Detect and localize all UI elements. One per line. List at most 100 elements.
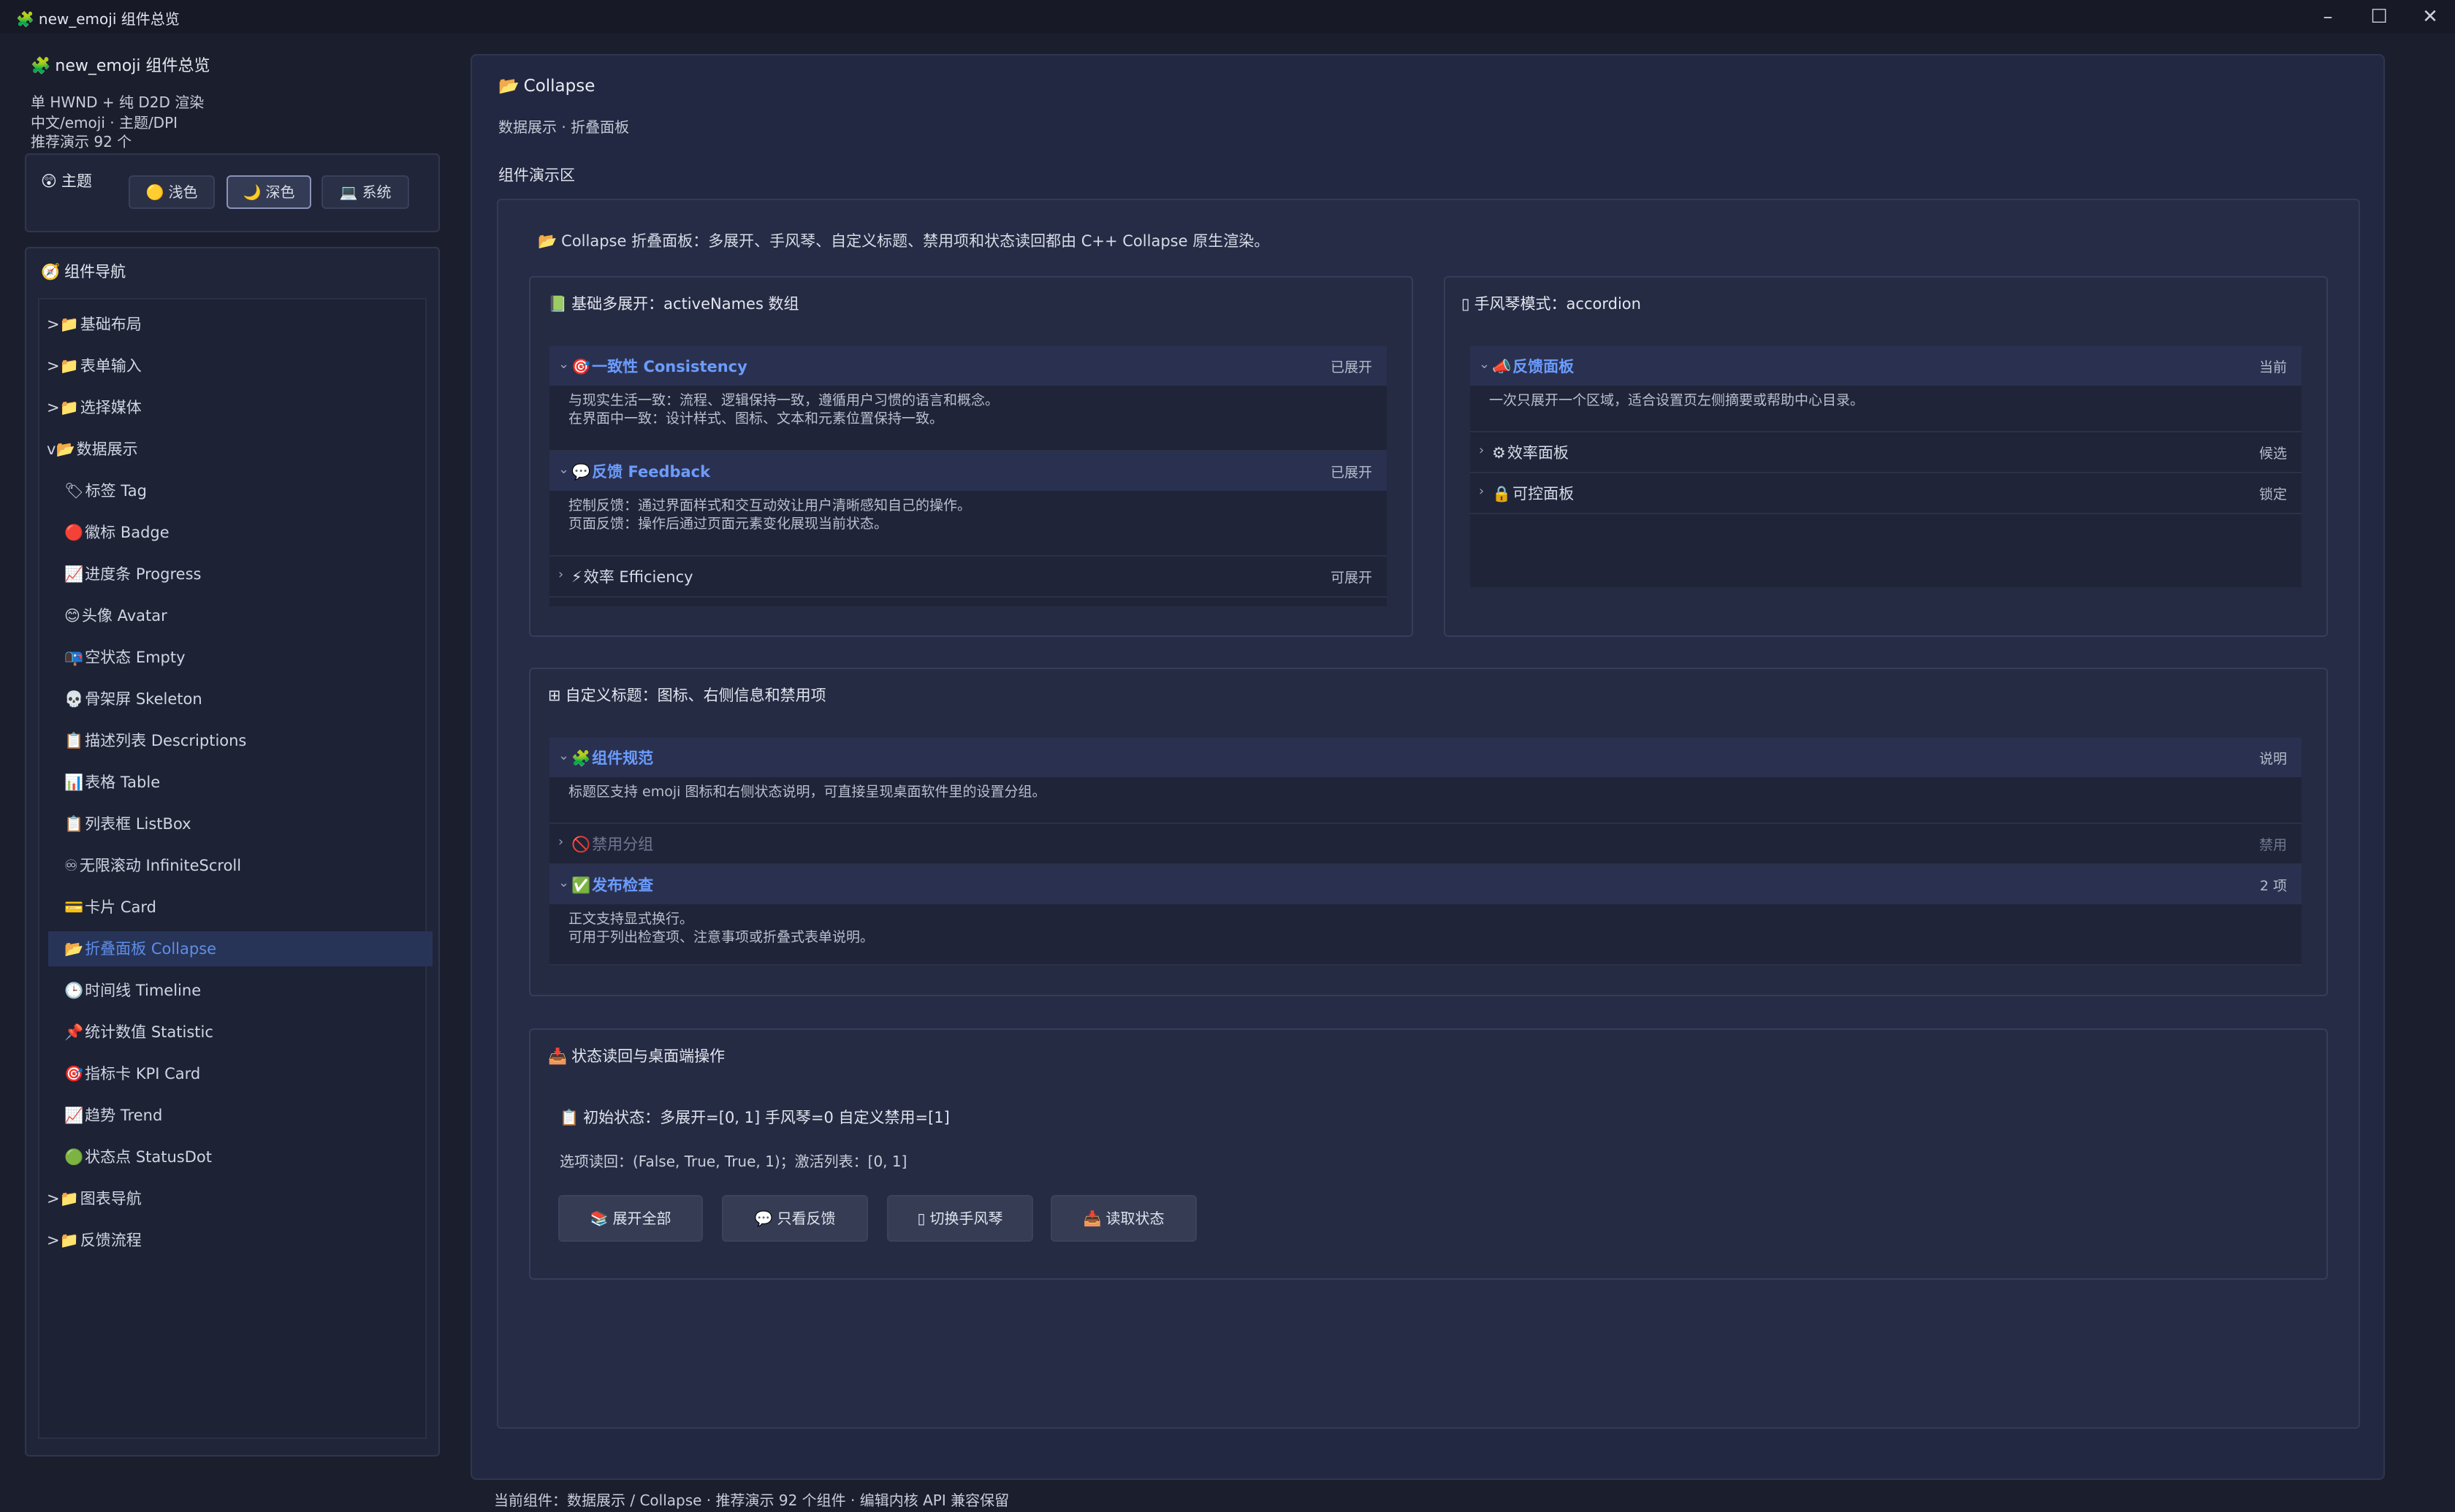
nav-item[interactable]: ♾无限滚动 InfiniteScroll [64,848,416,883]
collapse-title: 📣反馈面板 [1492,355,1574,377]
nav-item[interactable]: >📁表单输入 [47,348,416,383]
nav-item[interactable]: 🟢状态点 StatusDot [64,1139,416,1175]
theme-dark-button[interactable]: 🌙 深色 [227,175,311,209]
collapse-header[interactable]: ⌄ 📣反馈面板 当前 [1470,346,2302,386]
nav-item-label: 指标卡 KPI Card [85,1065,201,1083]
collapse-item-icon: 🚫 [571,836,591,853]
collapse-meta: 禁用 [2258,837,2287,853]
minimize-button[interactable]: – [2313,4,2342,29]
nav-item-label: 描述列表 Descriptions [85,732,247,749]
feedback-only-button[interactable]: 💬 只看反馈 [722,1195,868,1242]
nav-item[interactable]: 🕒时间线 Timeline [64,973,416,1008]
nav-item[interactable]: 🏷标签 Tag [64,473,416,508]
collapse-item-icon: ⚡ [571,568,582,586]
nav-item[interactable]: 📈趋势 Trend [64,1098,416,1133]
nav-item[interactable]: 📂折叠面板 Collapse [48,931,433,966]
collapse-meta: 候选 [2258,446,2287,462]
collapse-item[interactable]: ⌄ ✅发布检查 2 项正文支持显式换行。 可用于列出检查项、注意事项或折叠式表单说明。 [549,865,2302,966]
chevron-right-icon: › [558,834,564,849]
nav-item[interactable]: >📁选择媒体 [47,390,416,425]
component-icon: 📋 [64,732,84,749]
nav-item-label: 折叠面板 Collapse [85,940,217,958]
nav-item-label: 进度条 Progress [85,565,202,583]
nav-item[interactable]: 📋列表框 ListBox [64,806,416,841]
collapse-item[interactable]: › ⚙效率面板 候选 [1470,432,2302,473]
collapse-header[interactable]: ⌄ ✅发布检查 2 项 [549,865,2302,904]
nav-item-label: 状态点 StatusDot [85,1148,213,1166]
collapse-meta: 可展开 [1330,570,1372,586]
nav-item[interactable]: 🔴徽标 Badge [64,515,416,550]
toggle-accordion-button[interactable]: ▯ 切换手风琴 [887,1195,1033,1242]
collapse-item[interactable]: ⌄ 📣反馈面板 当前一次只展开一个区域，适合设置页左侧摘要或帮助中心目录。 [1470,346,2302,432]
component-icon: 📈 [64,565,84,583]
accordion-title: ▯ 手风琴模式：accordion [1461,295,1641,313]
demo-area-label: 组件演示区 [498,167,575,184]
expand-all-button[interactable]: 📚 展开全部 [558,1195,703,1242]
expand-toggle-icon[interactable]: v [47,440,56,458]
chevron-right-icon: › [558,567,564,582]
nav-item[interactable]: >📁反馈流程 [47,1223,416,1258]
moon-icon: 🌙 [243,183,262,201]
nav-item[interactable]: 💀骨架屏 Skeleton [64,681,416,717]
collapse-item: › 🚫禁用分组 禁用 [549,824,2302,865]
collapse-item[interactable]: ⌄ 🧩组件规范 说明标题区支持 emoji 图标和右侧状态说明，可直接呈现桌面软件里… [549,738,2302,824]
collapse-item[interactable]: › ⚡效率 Efficiency 可展开 [549,557,1387,597]
content-line: 正文支持显式换行。 [568,911,694,927]
read-state-button[interactable]: 📥 读取状态 [1051,1195,1197,1242]
expand-toggle-icon[interactable]: > [47,357,60,375]
collapse-title-label: 可控面板 [1512,485,1575,503]
nav-item[interactable]: 💳卡片 Card [64,890,416,925]
nav-item-label: 图表导航 [80,1190,142,1207]
nav-item[interactable]: v📂数据展示 [47,432,416,467]
nav-item[interactable]: 📊表格 Table [64,765,416,800]
component-icon: 📊 [64,774,84,791]
nav-item-label: 选择媒体 [80,399,142,416]
nav-item[interactable]: >📁图表导航 [47,1181,416,1216]
status-bar: 当前组件：数据展示 / Collapse · 推荐演示 92 个组件 · 编辑内… [494,1492,1010,1509]
collapse-header[interactable]: ⌄ 🧩组件规范 说明 [549,738,2302,777]
nav-item-label: 时间线 Timeline [85,982,202,999]
collapse-item-icon: 📣 [1492,358,1512,375]
nav-item[interactable]: 📌统计数值 Statistic [64,1015,416,1050]
component-icon: 😊 [64,607,80,625]
theme-system-button[interactable]: 💻 系统 [321,175,409,209]
maximize-button[interactable]: ☐ [2364,4,2394,29]
nav-item[interactable]: 📭空状态 Empty [64,640,416,675]
nav-item[interactable]: 📋描述列表 Descriptions [64,723,416,758]
expand-toggle-icon[interactable]: > [47,399,60,416]
books-icon: 📗 [548,295,568,313]
nav-tree[interactable]: >📁基础布局 >📁表单输入 >📁选择媒体 v📂数据展示 🏷标签 Tag 🔴徽标 Badge… [38,298,433,1439]
content-line: 控制反馈：通过界面样式和交互动效让用户清晰感知自己的操作。 [568,497,972,513]
collapse-meta: 已展开 [1330,359,1372,375]
nav-item[interactable]: 📈进度条 Progress [64,557,416,592]
expand-toggle-icon[interactable]: > [47,1190,60,1207]
collapse-header[interactable]: ⌄ 🎯一致性 Consistency 已展开 [549,346,1387,386]
component-icon: 🟢 [64,1148,84,1166]
nav-item[interactable]: 🎯指标卡 KPI Card [64,1056,416,1091]
collapse-item[interactable]: ⌄ 💬反馈 Feedback 已展开控制反馈：通过界面样式和交互动效让用户清晰感知自… [549,451,1387,557]
window-title: 🧩 new_emoji 组件总览 [16,10,180,28]
close-button[interactable]: ✕ [2416,4,2445,29]
collapse-content: 标题区支持 emoji 图标和右侧状态说明，可直接呈现桌面软件里的设置分组。 [568,783,1046,801]
nav-item[interactable]: >📁基础布局 [47,307,416,342]
expand-toggle-icon[interactable]: > [47,1232,60,1249]
collapse-header[interactable]: ⌄ 💬反馈 Feedback 已展开 [549,451,1387,491]
theme-light-button[interactable]: 🟡 浅色 [129,175,215,209]
component-icon: 💳 [64,898,84,916]
component-icon: 📂 [64,940,84,958]
expand-toggle-icon[interactable]: > [47,316,60,333]
collapse-header[interactable]: › ⚡效率 Efficiency 可展开 [549,557,1387,596]
collapse-item[interactable]: › 🔒可控面板 锁定 [1470,473,2302,514]
collapse-content: 一次只展开一个区域，适合设置页左侧摘要或帮助中心目录。 [1489,392,1864,410]
component-icon: 💀 [64,690,84,708]
folder-icon: 📁 [59,1190,79,1207]
collapse-header[interactable]: › ⚙效率面板 候选 [1470,432,2302,472]
app-title: 🧩 new_emoji 组件总览 [31,57,210,75]
accordion-icon: ▯ [917,1210,926,1227]
collapse-item[interactable]: ⌄ 🎯一致性 Consistency 已展开 与现实生活一致：流程、逻辑保持一致，遵循… [549,346,1387,451]
collapse-header[interactable]: › 🔒可控面板 锁定 [1470,473,2302,513]
collapse-title: 🧩组件规范 [571,747,653,768]
nav-item[interactable]: 😊头像 Avatar [64,598,416,633]
info-line: 中文/emoji · 主题/DPI [31,114,178,131]
nav-item-label: 头像 Avatar [81,607,167,625]
